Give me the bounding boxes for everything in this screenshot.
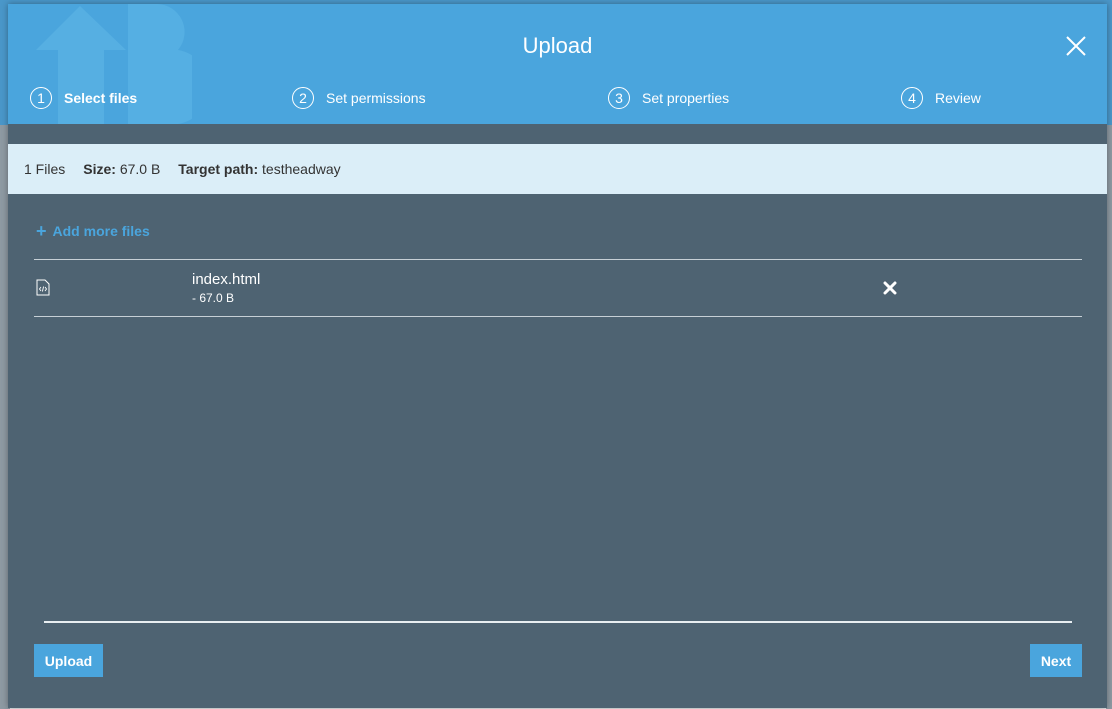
- html-file-icon: [36, 279, 50, 296]
- add-more-files-link[interactable]: + Add more files: [36, 222, 150, 240]
- add-more-files-label: Add more files: [52, 223, 150, 239]
- modal-header: Upload 1 Select files 2 Set permissions …: [8, 4, 1107, 124]
- modal-title: Upload: [522, 33, 593, 58]
- next-button[interactable]: Next: [1030, 644, 1082, 677]
- file-name: index.html: [192, 271, 261, 288]
- step-label: Set permissions: [326, 90, 426, 106]
- size-value: 67.0 B: [119, 161, 161, 177]
- step-number: 2: [292, 87, 314, 109]
- step-set-properties[interactable]: 3 Set properties: [608, 86, 729, 110]
- target-path: Target path: testheadway: [178, 161, 340, 177]
- step-label: Review: [935, 90, 981, 106]
- files-count: 1 Files: [24, 161, 66, 177]
- total-size: Size: 67.0 B: [83, 161, 160, 177]
- step-label: Set properties: [642, 90, 730, 106]
- remove-file-icon[interactable]: [882, 280, 898, 296]
- target-path-label: Target path:: [178, 161, 259, 177]
- plus-icon: +: [36, 221, 47, 241]
- step-set-permissions[interactable]: 2 Set permissions: [292, 86, 426, 110]
- step-select-files[interactable]: 1 Select files: [30, 86, 137, 110]
- step-number: 1: [30, 87, 52, 109]
- list-item: index.html - 67.0 B: [34, 260, 1082, 316]
- target-path-value: testheadway: [262, 161, 341, 177]
- upload-button[interactable]: Upload: [34, 644, 103, 677]
- close-icon[interactable]: [1064, 34, 1088, 58]
- step-number: 4: [901, 87, 923, 109]
- step-review[interactable]: 4 Review: [901, 86, 981, 110]
- upload-summary-bar: 1 Files Size: 67.0 B Target path: testhe…: [8, 144, 1107, 194]
- file-size: - 67.0 B: [192, 291, 235, 305]
- upload-modal: Upload 1 Select files 2 Set permissions …: [8, 4, 1107, 708]
- file-list: index.html - 67.0 B: [34, 259, 1082, 317]
- size-label: Size:: [83, 161, 116, 177]
- step-number: 3: [608, 87, 630, 109]
- footer-divider: [44, 621, 1072, 623]
- step-label: Select files: [64, 90, 138, 106]
